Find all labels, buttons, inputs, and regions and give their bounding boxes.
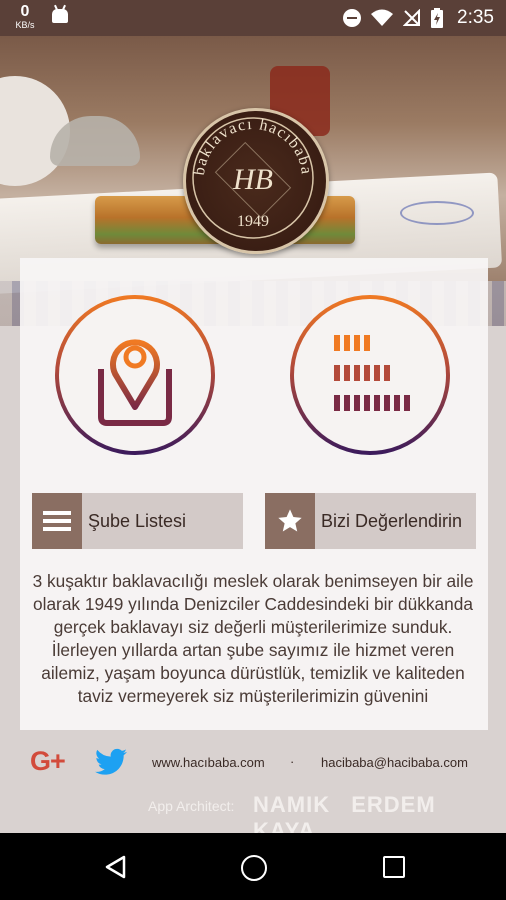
battery-charging-icon	[431, 8, 444, 28]
network-speed-unit: KB/s	[15, 20, 35, 30]
architect-label: App Architect:	[148, 798, 235, 814]
home-icon[interactable]	[241, 855, 267, 881]
branch-list-button[interactable]: Şube Listesi	[32, 493, 243, 549]
recent-apps-icon[interactable]	[383, 856, 405, 878]
about-text: 3 kuşaktır baklavacılığı meslek olarak b…	[32, 571, 474, 706]
plate-pattern	[400, 201, 474, 225]
branch-list-label: Şube Listesi	[88, 510, 187, 531]
location-circle-button[interactable]	[55, 295, 215, 455]
rate-us-label: Bizi Değerlendirin	[321, 510, 463, 531]
network-speed-value: 0	[20, 3, 30, 20]
list-icon	[32, 493, 82, 549]
back-icon[interactable]	[104, 855, 126, 879]
status-bar: 0 KB/s 2:35	[0, 0, 506, 36]
clock: 2:35	[457, 7, 494, 28]
products-circle-button[interactable]	[290, 295, 450, 455]
no-signal-icon	[403, 9, 421, 26]
wifi-icon	[371, 9, 394, 26]
google-plus-link[interactable]: G+	[30, 746, 66, 777]
logo-monogram: HB	[232, 163, 273, 196]
android-notification-icon	[52, 9, 68, 23]
baklava-tray-icon	[334, 335, 410, 411]
rate-us-button[interactable]: Bizi Değerlendirin	[265, 493, 476, 549]
network-speed: 0 KB/s	[8, 4, 42, 30]
logo-year: 1949	[237, 213, 269, 230]
twitter-icon[interactable]	[95, 748, 127, 781]
brand-logo: baklavacı hacıbaba HB 1949	[183, 108, 329, 254]
star-icon	[265, 493, 315, 549]
do-not-disturb-icon	[343, 9, 362, 27]
location-pin-icon	[98, 339, 172, 426]
email-link[interactable]: hacibaba@hacibaba.com	[321, 755, 468, 770]
website-link[interactable]: www.hacıbaba.com	[152, 755, 265, 770]
footer-separator: ·	[290, 754, 295, 769]
